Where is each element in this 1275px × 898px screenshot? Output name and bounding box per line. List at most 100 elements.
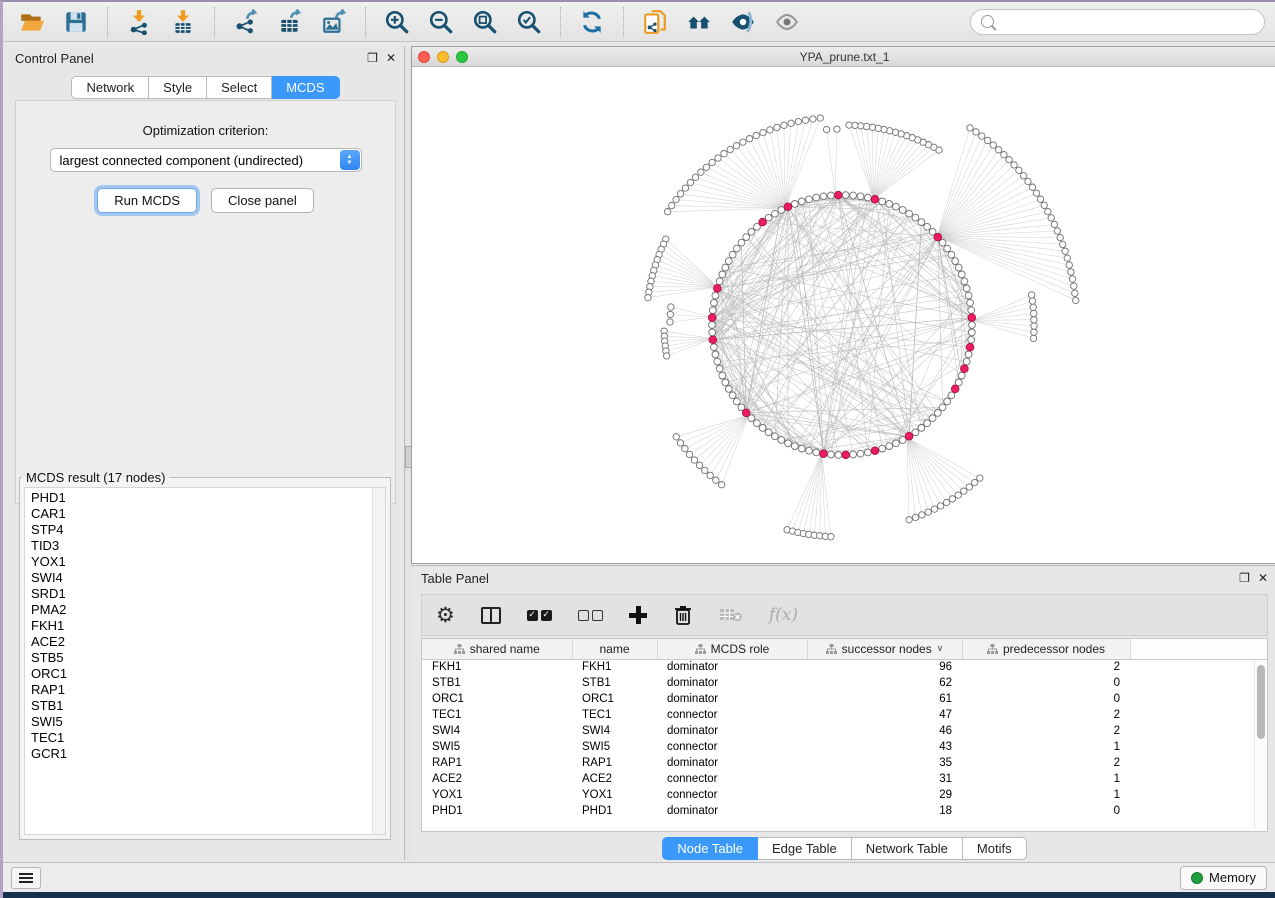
graph-node[interactable] [709, 159, 715, 165]
result-node[interactable]: PMA2 [31, 602, 385, 618]
graph-node[interactable] [673, 434, 679, 440]
graph-node[interactable] [966, 484, 972, 490]
graph-node[interactable] [719, 372, 726, 379]
graph-node[interactable] [939, 404, 946, 411]
table-cell[interactable]: connector [657, 787, 807, 803]
graph-node[interactable] [823, 126, 829, 132]
table-cell[interactable]: 0 [962, 691, 1130, 707]
graph-node[interactable] [748, 228, 755, 235]
graph-node[interactable] [990, 142, 996, 148]
open-session-button[interactable] [13, 6, 51, 38]
graph-node[interactable] [977, 475, 983, 481]
graph-node[interactable] [963, 285, 970, 292]
scrollbar-thumb[interactable] [1257, 665, 1265, 739]
graph-node[interactable] [788, 120, 794, 126]
table-cell[interactable]: 1 [962, 739, 1130, 755]
graph-node[interactable] [918, 219, 925, 226]
table-cell[interactable]: 96 [807, 659, 962, 675]
graph-node[interactable] [1030, 304, 1036, 310]
optimization-criterion-select[interactable]: largest connected component (undirected)… [50, 148, 362, 172]
graph-node[interactable] [1028, 292, 1034, 298]
graph-node[interactable] [968, 336, 975, 343]
graph-node[interactable] [961, 488, 967, 494]
unselect-all-columns-button[interactable] [578, 600, 603, 630]
graph-node[interactable] [931, 506, 937, 512]
close-table-panel-icon[interactable]: ✕ [1258, 571, 1268, 585]
graph-node[interactable] [702, 467, 708, 473]
graph-node[interactable] [691, 457, 697, 463]
graph-node[interactable] [958, 271, 965, 278]
graph-node[interactable] [850, 451, 857, 458]
float-table-panel-icon[interactable]: ❐ [1239, 571, 1250, 585]
graph-node[interactable] [1025, 178, 1031, 184]
graph-node[interactable] [979, 133, 985, 139]
graph-node[interactable] [955, 264, 962, 271]
result-node[interactable]: YOX1 [31, 554, 385, 570]
result-node[interactable]: SRD1 [31, 586, 385, 602]
graph-node[interactable] [912, 214, 919, 221]
graph-node[interactable] [934, 410, 941, 417]
graph-node[interactable] [971, 479, 977, 485]
graph-node[interactable] [667, 311, 673, 317]
graph-node[interactable] [733, 398, 740, 405]
table-cell[interactable]: 2 [962, 659, 1130, 675]
graph-node[interactable] [718, 482, 724, 488]
graph-node[interactable] [707, 472, 713, 478]
table-cell[interactable]: RAP1 [422, 755, 572, 771]
graph-node[interactable] [709, 307, 716, 314]
result-node[interactable]: ACE2 [31, 634, 385, 650]
graph-node[interactable] [1033, 190, 1039, 196]
table-cell[interactable]: 2 [962, 723, 1130, 739]
graph-node[interactable] [687, 179, 693, 185]
graph-node[interactable] [806, 196, 813, 203]
graph-node[interactable] [781, 122, 787, 128]
table-row[interactable]: ACE2ACE2connector311 [422, 771, 1267, 787]
graph-node[interactable] [810, 116, 816, 122]
mcds-graph-node[interactable] [871, 196, 879, 204]
graph-node[interactable] [1054, 228, 1060, 234]
zoom-in-button[interactable] [378, 6, 416, 38]
graph-node[interactable] [1037, 196, 1043, 202]
table-cell[interactable]: 47 [807, 707, 962, 723]
graph-node[interactable] [846, 122, 852, 128]
graph-node[interactable] [738, 239, 745, 246]
table-cell[interactable]: SWI4 [572, 723, 657, 739]
graph-node[interactable] [1057, 234, 1063, 240]
graph-node[interactable] [834, 126, 840, 132]
graph-node[interactable] [806, 447, 813, 454]
table-cell[interactable]: 31 [807, 771, 962, 787]
table-row[interactable]: RAP1RAP1dominator352 [422, 755, 1267, 771]
export-network-button[interactable] [227, 6, 265, 38]
graph-node[interactable] [725, 258, 732, 265]
graph-node[interactable] [667, 319, 673, 325]
graph-node[interactable] [1068, 269, 1074, 275]
graph-node[interactable] [733, 245, 740, 252]
table-cell[interactable]: dominator [657, 803, 807, 819]
result-node[interactable]: PHD1 [31, 490, 385, 506]
graph-node[interactable] [645, 295, 651, 301]
graph-node[interactable] [712, 351, 719, 358]
table-cell[interactable]: 61 [807, 691, 962, 707]
graph-node[interactable] [664, 209, 670, 215]
mcds-graph-node[interactable] [835, 191, 843, 199]
graph-node[interactable] [721, 151, 727, 157]
zoom-selected-button[interactable] [510, 6, 548, 38]
clone-network-button[interactable] [636, 6, 674, 38]
graph-node[interactable] [968, 329, 975, 336]
graph-node[interactable] [673, 196, 679, 202]
mcds-graph-node[interactable] [871, 447, 879, 455]
table-cell[interactable]: YOX1 [422, 787, 572, 803]
table-cell[interactable]: 46 [807, 723, 962, 739]
graph-node[interactable] [743, 234, 750, 241]
mcds-graph-node[interactable] [709, 336, 717, 344]
result-node[interactable]: SWI5 [31, 714, 385, 730]
graph-node[interactable] [929, 415, 936, 422]
column-header[interactable]: predecessor nodes [962, 639, 1130, 659]
table-cell[interactable]: STB1 [572, 675, 657, 691]
graph-node[interactable] [677, 191, 683, 197]
mcds-graph-node[interactable] [708, 314, 716, 322]
table-cell[interactable]: 1 [962, 787, 1130, 803]
hide-selected-button[interactable] [724, 6, 762, 38]
graph-node[interactable] [1060, 241, 1066, 247]
table-cell[interactable]: PHD1 [572, 803, 657, 819]
